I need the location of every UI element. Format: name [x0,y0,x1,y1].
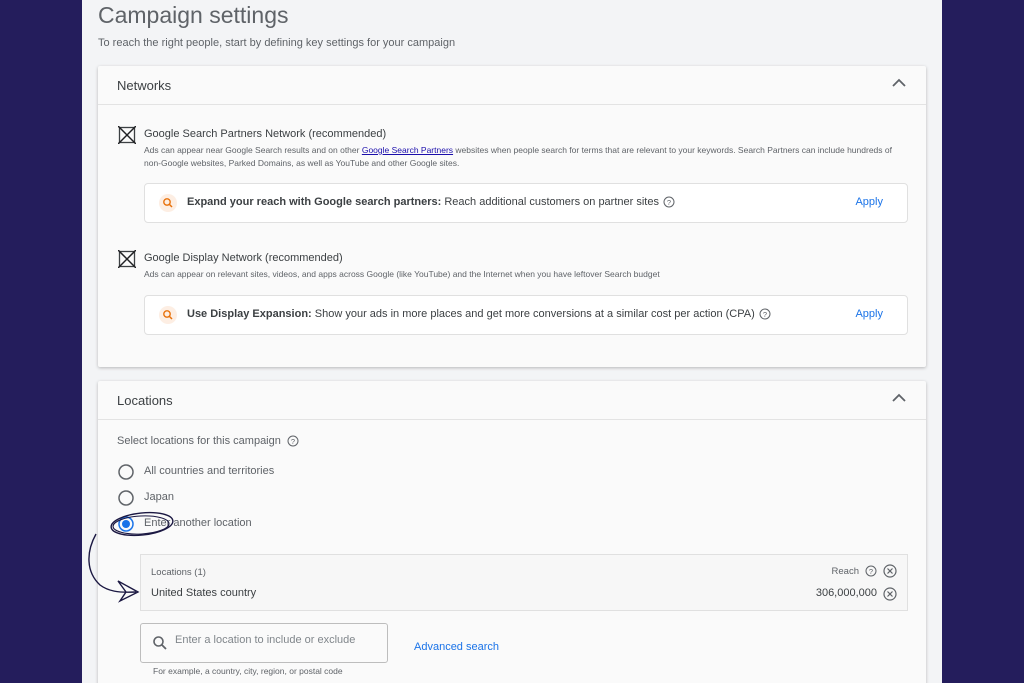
svg-text:?: ? [869,567,873,576]
search-icon [153,636,167,650]
advanced-search-link[interactable]: Advanced search [414,641,499,653]
reach-header: Reach [831,566,859,577]
display-expansion-suggestion: Use Display Expansion: Show your ads in … [144,295,908,335]
help-icon[interactable]: ? [663,196,675,208]
networks-card: Networks Google Search Partners Network … [98,66,926,367]
chevron-up-icon[interactable] [892,393,906,403]
settings-panel: Campaign settings To reach the right peo… [82,0,942,683]
radio-label-enter-another-location: Enter another location [144,517,252,529]
locations-title: Locations [117,393,173,408]
location-reach: 306,000,000 [815,587,877,599]
locations-count: Locations (1) [151,567,206,578]
radio-all-countries[interactable] [118,464,134,480]
svg-text:?: ? [291,437,295,446]
help-icon[interactable]: ? [287,435,299,447]
page-subtitle: To reach the right people, start by defi… [98,37,456,49]
svg-text:?: ? [667,198,671,207]
remove-all-icon[interactable] [883,564,897,578]
radio-label-all-countries: All countries and territories [144,465,275,477]
search-partners-description: Ads can appear near Google Search result… [144,145,892,168]
locations-prompt: Select locations for this campaign? [117,435,299,447]
search-partners-suggestion-text: Expand your reach with Google search par… [187,196,675,208]
location-search-input[interactable] [173,633,382,647]
location-search-hint: For example, a country, city, region, or… [153,666,343,676]
radio-japan[interactable] [118,490,134,506]
apply-search-partners-button[interactable]: Apply [855,196,883,208]
locations-header[interactable]: Locations [98,381,926,420]
help-icon[interactable]: ? [759,308,771,320]
search-partners-suggestion: Expand your reach with Google search par… [144,183,908,223]
search-partners-label: Google Search Partners Network (recommen… [144,128,387,140]
networks-title: Networks [117,78,172,93]
location-name: United States country [151,587,257,599]
display-network-label: Google Display Network (recommended) [144,252,343,264]
svg-text:?: ? [763,310,767,319]
search-suggestion-icon [159,194,177,212]
networks-header[interactable]: Networks [98,66,926,105]
search-partners-checkbox[interactable] [118,126,136,144]
radio-enter-another-location[interactable] [118,516,134,532]
display-network-checkbox[interactable] [118,250,136,268]
locations-card: Locations Select locations for this camp… [98,381,926,683]
location-search-box [140,623,388,663]
help-icon[interactable]: ? [865,565,877,577]
chevron-up-icon[interactable] [892,78,906,88]
display-expansion-suggestion-text: Use Display Expansion: Show your ads in … [187,308,771,320]
radio-label-japan: Japan [144,491,174,503]
page-title: Campaign settings [98,2,289,28]
remove-location-icon[interactable] [883,587,897,601]
apply-display-expansion-button[interactable]: Apply [855,308,883,320]
display-network-description: Ads can appear on relevant sites, videos… [144,269,660,279]
google-search-partners-link[interactable]: Google Search Partners [362,145,453,155]
selected-locations-table: Locations (1) Reach ? United States coun… [140,554,908,611]
search-suggestion-icon [159,306,177,324]
